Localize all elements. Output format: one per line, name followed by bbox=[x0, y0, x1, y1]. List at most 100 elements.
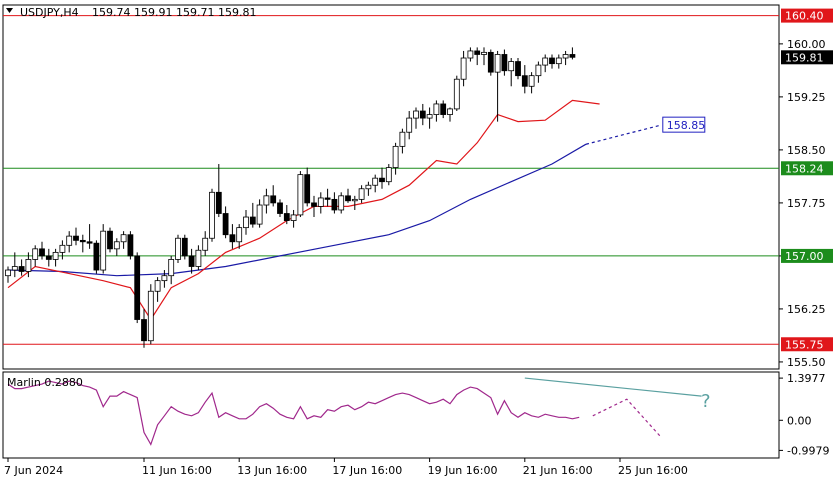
oscillator-pane bbox=[2, 371, 780, 459]
candle-body bbox=[460, 57, 467, 80]
time-tick-label: 7 Jun 2024 bbox=[4, 464, 63, 477]
candle-body bbox=[487, 51, 494, 73]
candle-body bbox=[351, 198, 358, 202]
price-tick-label: 156.25 bbox=[787, 303, 826, 316]
candle-body bbox=[141, 319, 147, 342]
candle-body bbox=[379, 177, 385, 183]
candle-body bbox=[127, 234, 134, 257]
candle-body bbox=[501, 54, 508, 72]
time-tick-label: 25 Jun 16:00 bbox=[618, 464, 688, 477]
price-tick-label: 160.00 bbox=[787, 38, 826, 51]
candle-body bbox=[290, 214, 297, 221]
last-price-label: 159.81 bbox=[785, 51, 824, 64]
symbol-label: USDJPY,H4 bbox=[20, 6, 79, 19]
candle-body bbox=[249, 216, 256, 225]
candle-body bbox=[297, 174, 304, 216]
candle-body bbox=[73, 235, 79, 241]
time-tick-label: 11 Jun 16:00 bbox=[142, 464, 212, 477]
price-pane bbox=[2, 4, 780, 370]
oscillator-tick-label: -0.9979 bbox=[787, 444, 829, 457]
candle bbox=[93, 240, 100, 274]
candle bbox=[297, 171, 304, 218]
candle bbox=[127, 231, 134, 260]
candle-body bbox=[569, 54, 576, 58]
price-tick-label: 155.50 bbox=[787, 356, 826, 369]
candle-body bbox=[358, 188, 365, 200]
candle-body bbox=[11, 266, 18, 271]
forecast-label: 158.85 bbox=[667, 119, 706, 132]
candle-body bbox=[188, 255, 195, 267]
candle-body bbox=[331, 198, 338, 211]
candle bbox=[181, 234, 188, 260]
candle-body bbox=[147, 290, 154, 342]
candle-body bbox=[18, 266, 25, 272]
time-tick-label: 19 Jun 16:00 bbox=[428, 464, 498, 477]
oscillator-tick-label: 0.00 bbox=[787, 414, 812, 427]
candle-body bbox=[93, 242, 100, 271]
candle-body bbox=[413, 110, 419, 119]
candle-body bbox=[535, 64, 542, 77]
time-tick-label: 13 Jun 16:00 bbox=[237, 464, 307, 477]
candle-body bbox=[45, 255, 52, 260]
candle-body bbox=[39, 248, 45, 257]
candle bbox=[147, 284, 154, 345]
candle-body bbox=[175, 237, 181, 260]
candle-body bbox=[263, 195, 270, 206]
candle-body bbox=[542, 57, 549, 66]
candle-body bbox=[447, 108, 453, 115]
chart-canvas: 160.00 159.25 158.50 157.75 157.00 156.25 155.… bbox=[2, 4, 833, 477]
candle-body bbox=[365, 184, 372, 190]
candle-body bbox=[5, 269, 11, 277]
question-mark: ? bbox=[701, 391, 711, 412]
candle-body bbox=[549, 57, 555, 65]
candle-body bbox=[168, 259, 175, 277]
level-label: 157.00 bbox=[785, 250, 824, 263]
candle-body bbox=[161, 275, 168, 282]
price-tick-label: 159.25 bbox=[787, 91, 826, 104]
candle-body bbox=[86, 241, 93, 244]
level-label: 158.24 bbox=[785, 162, 824, 175]
candle-body bbox=[154, 280, 161, 292]
oscillator-title: Marlin 0.2880 bbox=[7, 376, 83, 389]
candle-body bbox=[209, 191, 215, 239]
candle bbox=[107, 227, 113, 253]
candle-body bbox=[406, 117, 413, 133]
candle-body bbox=[385, 167, 392, 183]
candle-body bbox=[515, 61, 521, 77]
candle-body bbox=[256, 204, 263, 225]
candle-body bbox=[283, 213, 290, 221]
candle-body bbox=[215, 191, 222, 214]
candle-body bbox=[474, 50, 481, 55]
candle-body bbox=[202, 237, 209, 251]
candle-body bbox=[521, 75, 528, 87]
candle-body bbox=[555, 57, 562, 65]
candle-body bbox=[440, 103, 447, 115]
candle-body bbox=[508, 61, 515, 72]
candle bbox=[100, 224, 107, 274]
candle-body bbox=[222, 213, 229, 236]
candle-body bbox=[317, 197, 324, 207]
candle-body bbox=[324, 197, 331, 200]
candle bbox=[134, 252, 141, 324]
candle-body bbox=[494, 54, 501, 73]
oscillator-tick-label: 1.3977 bbox=[787, 372, 826, 385]
ohlc-values: 159.74 159.91 159.71 159.81 bbox=[92, 6, 256, 19]
candle-body bbox=[392, 145, 399, 168]
candle-body bbox=[304, 174, 311, 204]
level-label: 155.75 bbox=[785, 338, 824, 351]
candle-body bbox=[100, 230, 107, 271]
candle-body bbox=[426, 114, 433, 119]
candle-body bbox=[243, 216, 249, 229]
price-tick-label: 157.75 bbox=[787, 197, 826, 210]
candle-body bbox=[134, 255, 141, 320]
candle bbox=[175, 234, 181, 263]
candle-body bbox=[338, 195, 345, 211]
price-tick-label: 158.50 bbox=[787, 144, 826, 157]
candle-body bbox=[120, 234, 127, 243]
candle bbox=[487, 49, 494, 76]
candle-body bbox=[181, 237, 188, 257]
candle-body bbox=[229, 234, 236, 243]
candle bbox=[209, 188, 215, 242]
candle-body bbox=[52, 251, 59, 260]
candle-body bbox=[481, 51, 487, 55]
